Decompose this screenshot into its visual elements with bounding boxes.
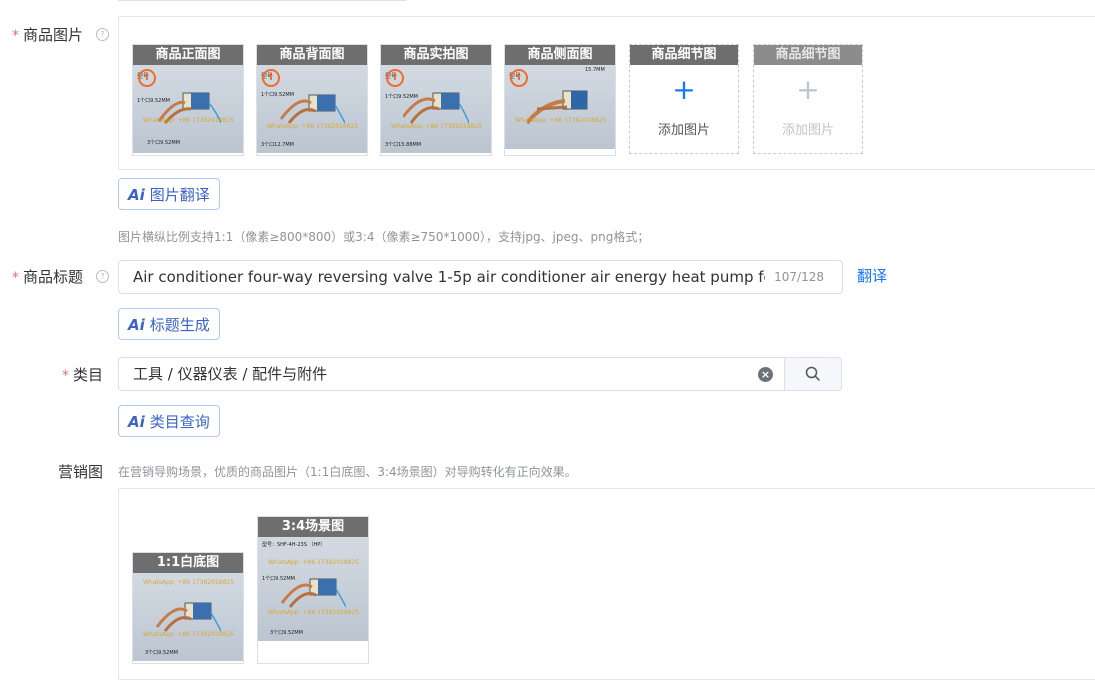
photo-watermark: WhatsApp: +86 17382018825: [143, 579, 235, 586]
product-image-side[interactable]: 商品侧面图 型号 i WhatsApp: +86 17382018825 15.…: [504, 44, 616, 156]
thumbnail-caption: 3:4场景图: [258, 517, 368, 537]
photo-watermark: WhatsApp: +86 17382018825: [515, 117, 607, 124]
product-images-panel: 商品正面图 型号 i WhatsApp: +86 17382018825 1个口…: [118, 16, 1095, 170]
required-mark: *: [12, 270, 19, 286]
thumbnail-caption: 商品背面图: [257, 45, 367, 65]
previous-field-border: [118, 0, 406, 1]
product-images-label: * 商品图片: [12, 24, 83, 45]
marketing-images-label: 营销图: [58, 463, 104, 481]
photo-note: 1个口9.52MM: [262, 576, 295, 582]
product-title-label: * 商品标题: [12, 266, 83, 287]
ai-icon: Ai: [128, 186, 145, 204]
marketing-images-panel: 1:1白底图 WhatsApp: +86 17382018825 WhatsAp…: [118, 488, 1095, 680]
slot-caption: 商品细节图: [630, 45, 738, 65]
add-image-label: 添加图片: [781, 123, 834, 138]
info-icon[interactable]: i: [386, 69, 404, 87]
valve-photo: 型号 i WhatsApp: +86 17382018825 15.7MM: [505, 65, 615, 149]
photo-note: 3个口9.52MM: [147, 140, 180, 146]
add-image-label: 添加图片: [657, 123, 710, 138]
photo-watermark: WhatsApp: +86 17382018825: [391, 123, 483, 130]
category-value: 工具 / 仪器仪表 / 配件与附件: [133, 365, 328, 383]
thumbnail-caption: 商品正面图: [133, 45, 243, 65]
thumbnail-caption: 商品侧面图: [505, 45, 615, 65]
photo-note: 1个口9.52MM: [137, 98, 170, 104]
photo-watermark: WhatsApp: +86 17382018825: [143, 631, 235, 638]
marketing-hint: 在营销导购场景，优质的商品图片（1:1白底图、3:4场景图）对导购转化有正向效果…: [118, 465, 577, 479]
title-generate-button[interactable]: Ai 标题生成: [118, 308, 220, 340]
image-format-hint: 图片横纵比例支持1:1（像素≥800*800）或3:4（像素≥750*1000）…: [118, 230, 650, 244]
required-mark: *: [62, 368, 69, 384]
thumbnail-caption: 1:1白底图: [133, 553, 243, 573]
product-image-back[interactable]: 商品背面图 型号 i WhatsApp: +86 17382018825 1个口…: [256, 44, 368, 156]
search-icon: [805, 366, 821, 382]
valve-photo: 型号 i WhatsApp: +86 17382018825 1个口9.52MM…: [381, 65, 491, 153]
product-image-real[interactable]: 商品实拍图 型号 i WhatsApp: +86 17382018825 1个口…: [380, 44, 492, 156]
add-detail-image-button[interactable]: 商品细节图 + 添加图片: [629, 44, 739, 154]
category-label-text: 类目: [73, 366, 104, 384]
photo-note: 3个口9.52MM: [145, 650, 178, 656]
button-label: 标题生成: [149, 316, 210, 334]
add-detail-image-disabled: 商品细节图 + 添加图片: [753, 44, 863, 154]
char-count: 107/128: [774, 270, 824, 284]
plus-icon: +: [672, 73, 696, 106]
photo-watermark: WhatsApp: +86 17382018825: [267, 123, 359, 130]
plus-icon: +: [796, 73, 820, 106]
translate-link[interactable]: 翻译: [857, 265, 887, 286]
category-search-button[interactable]: [784, 357, 842, 391]
slot-caption: 商品细节图: [754, 45, 862, 65]
product-title-label-text: 商品标题: [23, 268, 84, 286]
valve-photo: WhatsApp: +86 17382018825 WhatsApp: +86 …: [133, 573, 243, 661]
photo-note: 15.7MM: [585, 67, 605, 73]
question-circle-icon[interactable]: ?: [96, 28, 109, 41]
category-label: * 类目: [62, 364, 103, 385]
category-input[interactable]: 工具 / 仪器仪表 / 配件与附件 ×: [118, 357, 785, 391]
photo-note: 3个口12.7MM: [261, 142, 294, 148]
question-circle-icon[interactable]: ?: [96, 270, 109, 283]
valve-photo: 型号 i WhatsApp: +86 17382018825 1个口9.52MM…: [133, 65, 243, 153]
photo-watermark: WhatsApp: +86 17382018825: [268, 559, 360, 566]
valve-photo: 型号：SHF-4H-23S （HP） WhatsApp: +86 1738201…: [258, 537, 368, 641]
product-title-value: Air conditioner four-way reversing valve…: [133, 268, 765, 286]
category-query-button[interactable]: Ai 类目查询: [118, 405, 220, 437]
photo-watermark: WhatsApp: +86 17382018825: [143, 117, 235, 124]
info-icon[interactable]: i: [262, 69, 280, 87]
photo-note: 型号：SHF-4H-23S （HP）: [262, 542, 326, 548]
thumbnail-caption: 商品实拍图: [381, 45, 491, 65]
image-translate-button[interactable]: Ai 图片翻译: [118, 178, 220, 210]
marketing-image-scene[interactable]: 3:4场景图 型号：SHF-4H-23S （HP） WhatsApp: +86 …: [257, 516, 369, 664]
photo-watermark: WhatsApp: +86 17382018825: [268, 609, 360, 616]
info-icon[interactable]: i: [510, 69, 528, 87]
valve-photo: 型号 i WhatsApp: +86 17382018825 1个口9.52MM…: [257, 65, 367, 153]
product-images-label-text: 商品图片: [23, 26, 84, 44]
product-title-input[interactable]: Air conditioner four-way reversing valve…: [118, 260, 843, 294]
photo-note: 1个口9.52MM: [385, 94, 418, 100]
product-image-front[interactable]: 商品正面图 型号 i WhatsApp: +86 17382018825 1个口…: [132, 44, 244, 156]
clear-icon[interactable]: ×: [758, 367, 773, 382]
marketing-image-white-bg[interactable]: 1:1白底图 WhatsApp: +86 17382018825 WhatsAp…: [132, 552, 244, 664]
required-mark: *: [12, 28, 19, 44]
button-label: 图片翻译: [149, 186, 210, 204]
button-label: 类目查询: [149, 413, 210, 431]
valve-image-icon: [155, 602, 221, 632]
info-icon[interactable]: i: [138, 69, 156, 87]
ai-icon: Ai: [128, 316, 145, 334]
ai-icon: Ai: [128, 413, 145, 431]
photo-note: 3个口15.88MM: [385, 142, 422, 148]
photo-note: 3个口9.52MM: [270, 630, 303, 636]
photo-note: 1个口9.52MM: [261, 92, 294, 98]
